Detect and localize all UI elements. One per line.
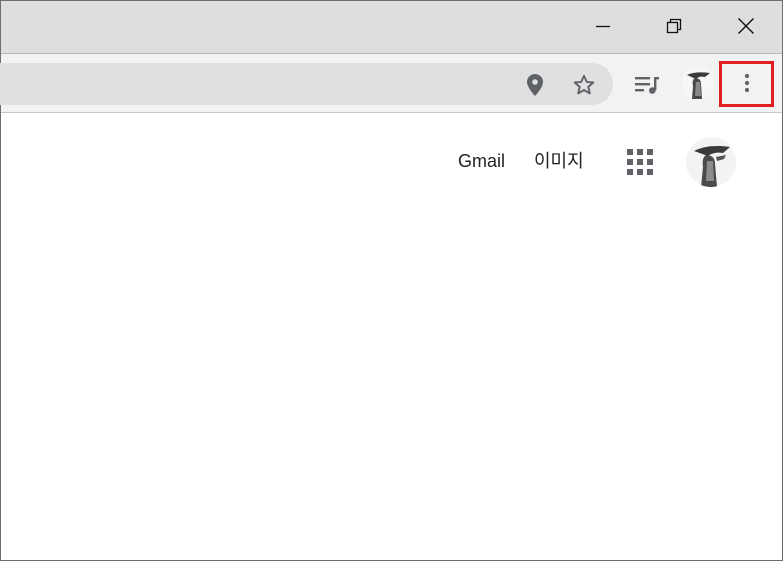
minimize-icon	[595, 25, 610, 28]
location-button[interactable]	[521, 71, 549, 99]
menu-highlight-box	[719, 61, 774, 107]
account-picture-icon	[686, 137, 736, 187]
location-pin-icon	[527, 74, 543, 96]
apps-button[interactable]	[623, 145, 657, 179]
close-icon	[737, 18, 754, 34]
minimize-button[interactable]	[580, 1, 625, 51]
restore-icon	[666, 18, 681, 34]
gmail-link[interactable]: Gmail	[458, 149, 505, 173]
account-avatar[interactable]	[686, 137, 736, 187]
images-link[interactable]: 이미지	[534, 149, 584, 173]
profile-avatar[interactable]	[681, 66, 715, 100]
playlist-music-icon	[635, 77, 659, 94]
bookmark-button[interactable]	[569, 70, 599, 100]
title-bar	[1, 1, 782, 53]
restore-button[interactable]	[651, 1, 696, 51]
apps-grid-icon	[627, 149, 653, 175]
media-control-button[interactable]	[631, 70, 663, 100]
profile-picture-icon	[681, 66, 715, 100]
close-button[interactable]	[723, 1, 768, 51]
browser-window: Gmail 이미지	[0, 0, 783, 561]
star-icon	[573, 74, 595, 95]
browser-toolbar	[0, 53, 782, 113]
